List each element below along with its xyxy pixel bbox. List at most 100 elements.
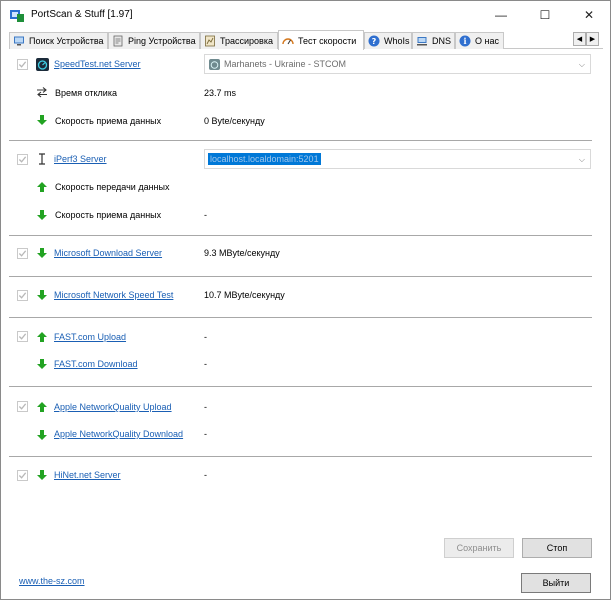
arrow-up-icon <box>37 332 47 342</box>
check-icon <box>18 292 27 299</box>
minimize-button[interactable]: — <box>479 1 523 29</box>
fast-upload-value: - <box>204 332 207 342</box>
window-title: PortScan & Stuff [1.97] <box>31 9 133 20</box>
check-icon <box>18 472 27 479</box>
microsoft-network-link[interactable]: Microsoft Network Speed Test <box>54 290 173 300</box>
arrow-down-icon <box>37 248 47 258</box>
app-logo-icon <box>10 10 24 22</box>
hinet-value: - <box>204 470 207 480</box>
arrow-up-icon <box>37 402 47 412</box>
section-divider <box>9 140 592 141</box>
stop-button[interactable]: Стоп <box>522 538 592 558</box>
tab-about[interactable]: i О нас <box>455 32 504 49</box>
monitor-icon <box>14 36 24 46</box>
check-icon <box>18 61 27 68</box>
microsoft-download-checkbox[interactable] <box>17 248 28 259</box>
fast-download-value: - <box>204 359 207 369</box>
check-icon <box>18 403 27 410</box>
speedtest-checkbox[interactable] <box>17 59 28 70</box>
apple-upload-link[interactable]: Apple NetworkQuality Upload <box>54 402 172 412</box>
route-icon <box>205 35 215 47</box>
dns-icon <box>417 37 427 46</box>
tab-ping[interactable]: Ping Устройства <box>108 32 200 49</box>
speedtest-small-icon <box>209 58 220 70</box>
section-divider <box>9 317 592 318</box>
check-icon <box>18 333 27 340</box>
chevron-down-icon: ⌵ <box>578 155 585 164</box>
arrow-down-icon <box>37 115 47 125</box>
microsoft-download-value: 9.3 MByte/секунду <box>204 248 280 258</box>
website-link[interactable]: www.the-sz.com <box>19 576 85 586</box>
arrow-down-icon <box>37 290 47 300</box>
arrow-up-icon <box>37 182 47 192</box>
tab-whois[interactable]: ? WhoIs <box>364 32 412 49</box>
fast-upload-link[interactable]: FAST.com Upload <box>54 332 126 342</box>
hinet-checkbox[interactable] <box>17 470 28 481</box>
tab-dns[interactable]: DNS <box>412 32 455 49</box>
speedtest-latency-label: Время отклика <box>55 88 117 98</box>
iperf-server-link[interactable]: iPerf3 Server <box>54 154 107 164</box>
speed-test-panel: SpeedTest.net Server Marhanets - Ukraine… <box>9 49 603 569</box>
close-button[interactable]: ✕ <box>567 1 611 29</box>
tab-traceroute[interactable]: Трассировка <box>200 32 278 49</box>
ping-icon <box>113 35 123 47</box>
tab-bar: Поиск Устройства Ping Устройства Трассир… <box>9 30 603 50</box>
apple-download-value: - <box>204 429 207 439</box>
speedtest-latency-value: 23.7 ms <box>204 88 237 98</box>
section-divider <box>9 456 592 457</box>
swap-arrows-icon <box>37 87 47 98</box>
exit-button[interactable]: Выйти <box>521 573 591 593</box>
fast-download-link[interactable]: FAST.com Download <box>54 359 138 369</box>
chevron-down-icon: ⌵ <box>578 60 585 69</box>
fast-checkbox[interactable] <box>17 331 28 342</box>
title-bar: PortScan & Stuff [1.97] — ☐ ✕ <box>1 1 610 29</box>
iperf-upload-label: Скорость передачи данных <box>55 182 170 192</box>
tab-device-search[interactable]: Поиск Устройства <box>9 32 108 49</box>
arrow-down-icon <box>37 430 47 440</box>
tab-label: Поиск Устройства <box>29 36 104 46</box>
iperf-checkbox[interactable] <box>17 154 28 165</box>
tab-label: Трассировка <box>220 36 273 46</box>
microsoft-download-link[interactable]: Microsoft Download Server <box>54 248 162 258</box>
svg-text:i: i <box>463 36 466 46</box>
arrow-down-icon <box>37 210 47 220</box>
microsoft-network-value: 10.7 MByte/секунду <box>204 290 285 300</box>
iperf-download-value: - <box>204 210 207 220</box>
speedtest-server-link[interactable]: SpeedTest.net Server <box>54 59 141 69</box>
tab-label: DNS <box>432 36 452 46</box>
save-button[interactable]: Сохранить <box>444 538 514 558</box>
text-cursor-icon <box>39 153 45 165</box>
app-window: PortScan & Stuff [1.97] — ☐ ✕ Поиск Устр… <box>0 0 611 600</box>
hinet-server-link[interactable]: HiNet.net Server <box>54 470 121 480</box>
tab-scroll-left-button[interactable]: ◀ <box>573 32 586 46</box>
arrow-down-icon <box>37 470 47 480</box>
tab-scroll-right-button[interactable]: ▶ <box>586 32 599 46</box>
tab-speed-test[interactable]: Тест скорости <box>278 30 364 50</box>
maximize-button[interactable]: ☐ <box>523 1 567 29</box>
apple-download-link[interactable]: Apple NetworkQuality Download <box>54 429 183 439</box>
speedtest-server-dropdown[interactable]: Marhanets - Ukraine - STCOM ⌵ <box>204 54 591 74</box>
arrow-down-icon <box>37 359 47 369</box>
check-icon <box>18 250 27 257</box>
speedtest-server-value: Marhanets - Ukraine - STCOM <box>224 59 347 69</box>
section-divider <box>9 276 592 277</box>
tab-label: WhoIs <box>384 36 410 46</box>
section-divider <box>9 235 592 236</box>
speedtest-download-value: 0 Byte/секунду <box>204 116 265 126</box>
speedtest-download-label: Скорость приема данных <box>55 116 162 126</box>
iperf-server-input[interactable]: localhost.localdomain:5201 ⌵ <box>204 149 591 169</box>
apple-checkbox[interactable] <box>17 401 28 412</box>
check-icon <box>18 156 27 163</box>
speedtest-logo-icon <box>36 58 49 71</box>
tab-label: Ping Устройства <box>128 36 196 46</box>
speedometer-icon <box>282 37 294 44</box>
microsoft-network-checkbox[interactable] <box>17 290 28 301</box>
info-icon: i <box>459 35 471 47</box>
tab-label: Тест скорости <box>298 35 357 46</box>
svg-text:?: ? <box>372 37 377 46</box>
iperf-download-label: Скорость приема данных <box>55 210 162 220</box>
tab-label: О нас <box>475 36 499 46</box>
help-icon: ? <box>368 35 380 47</box>
iperf-server-value: localhost.localdomain:5201 <box>208 153 321 165</box>
apple-upload-value: - <box>204 402 207 412</box>
